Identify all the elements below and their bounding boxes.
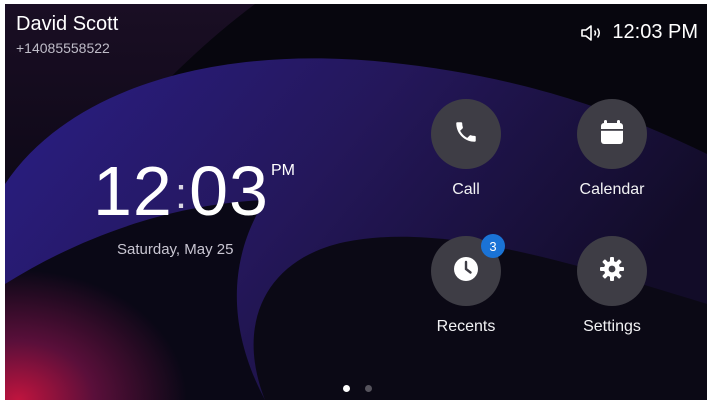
page-dot-2[interactable] bbox=[365, 385, 372, 392]
settings-button[interactable] bbox=[577, 236, 647, 306]
calendar-icon bbox=[600, 119, 624, 150]
page-dot-1[interactable] bbox=[343, 385, 350, 392]
recents-tile[interactable]: 3 Recents bbox=[396, 234, 536, 336]
clock-minutes: 03 bbox=[189, 152, 269, 230]
call-tile[interactable]: Call bbox=[396, 99, 536, 199]
user-phone-number: +14085558522 bbox=[16, 40, 110, 56]
call-label: Call bbox=[452, 181, 480, 198]
speaker-volume-icon[interactable] bbox=[580, 22, 606, 44]
status-time: 12:03 PM bbox=[612, 21, 698, 43]
home-screen: David Scott +14085558522 12:03 PM 12 : 0… bbox=[5, 4, 707, 400]
settings-tile[interactable]: Settings bbox=[542, 236, 682, 336]
clock-ampm: PM bbox=[270, 162, 295, 179]
recents-button[interactable]: 3 bbox=[431, 234, 505, 306]
call-button[interactable] bbox=[431, 99, 501, 169]
recents-label: Recents bbox=[436, 318, 496, 335]
phone-icon bbox=[453, 119, 479, 150]
page-indicator bbox=[343, 385, 387, 392]
clock-icon bbox=[453, 256, 479, 287]
calendar-button[interactable] bbox=[577, 99, 647, 169]
calendar-label: Calendar bbox=[579, 181, 645, 198]
status-bar: 12:03 PM bbox=[580, 21, 698, 44]
clock-separator: : bbox=[174, 169, 188, 218]
clock-date: Saturday, May 25 bbox=[117, 241, 234, 258]
gear-icon bbox=[599, 256, 625, 287]
settings-label: Settings bbox=[583, 318, 641, 335]
user-name: David Scott bbox=[16, 13, 119, 35]
large-clock: 12 : 03 PM bbox=[93, 156, 295, 226]
calendar-tile[interactable]: Calendar bbox=[542, 99, 682, 199]
recents-count-badge: 3 bbox=[481, 234, 505, 258]
clock-hours: 12 bbox=[93, 152, 173, 230]
